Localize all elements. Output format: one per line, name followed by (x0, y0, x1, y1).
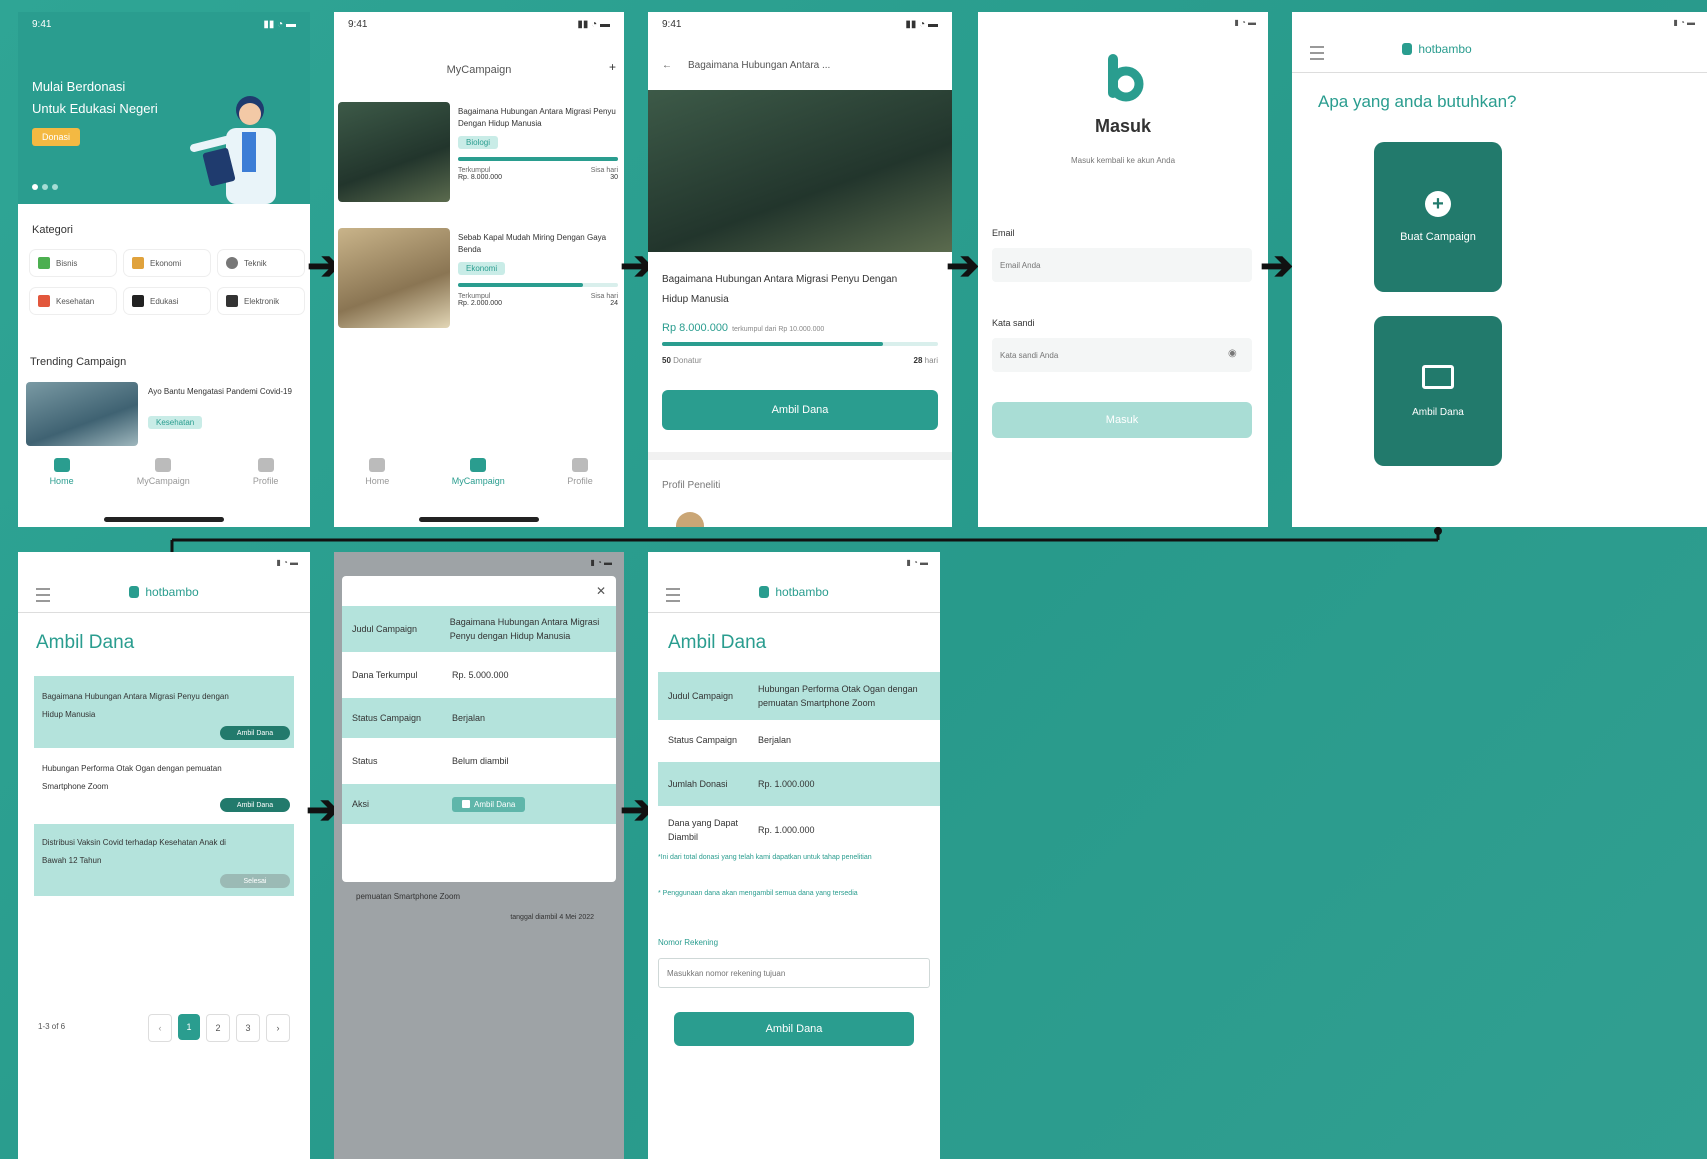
row-value: Rp. 1.000.000 (758, 825, 815, 835)
page-prev-button[interactable]: ‹ (148, 1014, 172, 1042)
item-title: Bagaimana Hubungan Antara Migrasi Penyu … (42, 692, 229, 719)
screen-ambil-dana-modal: ▮ ◔ ▬ ✕ Judul Campaign Bagaimana Hubunga… (334, 552, 624, 1159)
modal-row: Dana Terkumpul Rp. 5.000.000 (342, 652, 616, 698)
account-number-field[interactable] (658, 958, 930, 988)
row-value: Rp. 1.000.000 (758, 779, 815, 789)
row-key: Status Campaign (352, 713, 422, 723)
brand-logo-icon (129, 586, 140, 598)
flow-canvas: 9:41 ▮▮ ◔ ▬ Mulai Berdonasi Untuk Edukas… (0, 0, 1707, 1159)
modal-dialog: ✕ Judul Campaign Bagaimana Hubungan Anta… (342, 576, 616, 882)
modal-row: Status Campaign Berjalan (342, 698, 616, 738)
pagination-summary: 1-3 of 6 (38, 1022, 66, 1031)
row-key: Judul Campaign (352, 624, 418, 634)
status-icons: ▮ ◔ ▬ (590, 558, 612, 567)
row-value: Rp. 5.000.000 (452, 670, 509, 680)
header-brand: hotbambo (648, 585, 940, 599)
page-button[interactable]: 2 (206, 1014, 230, 1042)
ambil-dana-action-button[interactable]: Ambil Dana (452, 796, 526, 812)
page-title: Ambil Dana (668, 632, 767, 653)
row-value: Berjalan (758, 735, 792, 745)
action-label: Ambil Dana (474, 799, 516, 809)
page-next-button[interactable]: › (266, 1014, 290, 1042)
row-value: Hubungan Performa Otak Ogan dengan pemua… (758, 684, 918, 708)
modal-row: Status Belum diambil (342, 738, 616, 784)
brand-name: hotbambo (145, 585, 199, 599)
row-key: Dana yang Dapat Diambil (668, 818, 739, 842)
page-button-active[interactable]: 1 (178, 1014, 200, 1040)
info-note: *Ini dari total donasi yang telah kami d… (658, 854, 872, 861)
row-key: Status (352, 756, 378, 766)
selesai-badge: Selesai (220, 874, 290, 888)
brand-logo-icon (759, 586, 770, 598)
page-button[interactable]: 3 (236, 1014, 260, 1042)
list-item[interactable]: Distribusi Vaksin Covid terhadap Kesehat… (34, 824, 294, 896)
pagination: ‹ 1 2 3 › (148, 1014, 290, 1042)
list-item[interactable]: Bagaimana Hubungan Antara Migrasi Penyu … (34, 676, 294, 748)
row-key: Judul Campaign (668, 691, 734, 701)
screen-ambil-dana-form: ▮ ◔ ▬ hotbambo Ambil Dana Judul Campaign… (648, 552, 940, 1159)
row-key: Dana Terkumpul (352, 670, 418, 680)
row-value: Belum diambil (452, 756, 509, 766)
row-value: Bagaimana Hubungan Antara Migrasi Penyu … (449, 617, 600, 641)
status-icons: ▮ ◔ ▬ (906, 558, 928, 567)
row-value: Berjalan (452, 713, 486, 723)
detail-row: Judul Campaign Hubungan Performa Otak Og… (658, 672, 940, 720)
brand-name: hotbambo (775, 585, 829, 599)
item-title: Hubungan Performa Otak Ogan dengan pemua… (42, 764, 222, 791)
status-icons: ▮ ◔ ▬ (276, 558, 298, 567)
screen-ambil-dana-list: ▮ ◔ ▬ hotbambo Ambil Dana Bagaimana Hubu… (18, 552, 310, 1159)
ambil-dana-badge[interactable]: Ambil Dana (220, 798, 290, 812)
info-note: * Penggunaan dana akan mengambil semua d… (658, 890, 858, 897)
detail-row: Dana yang Dapat Diambil Rp. 1.000.000 (658, 808, 940, 852)
row-key: Aksi (352, 799, 370, 809)
background-text: pemuatan Smartphone Zoom (356, 892, 461, 901)
ambil-dana-submit-button[interactable]: Ambil Dana (674, 1012, 914, 1046)
header-divider (18, 612, 310, 613)
header-brand: hotbambo (18, 585, 310, 599)
row-key: Jumlah Donasi (668, 779, 728, 789)
modal-row: Aksi Ambil Dana (342, 784, 616, 824)
item-title: Distribusi Vaksin Covid terhadap Kesehat… (42, 838, 226, 865)
header-divider (648, 612, 940, 613)
list-item[interactable]: Hubungan Performa Otak Ogan dengan pemua… (34, 752, 294, 818)
row-key: Status Campaign (668, 735, 738, 745)
page-title: Ambil Dana (36, 632, 135, 653)
ambil-dana-badge[interactable]: Ambil Dana (220, 726, 290, 740)
close-icon[interactable]: ✕ (596, 584, 606, 598)
detail-row: Status Campaign Berjalan (658, 720, 940, 760)
background-date: tanggal diambil 4 Mei 2022 (510, 914, 594, 921)
wallet-icon (462, 800, 470, 808)
account-number-label: Nomor Rekening (658, 938, 719, 947)
detail-row: Jumlah Donasi Rp. 1.000.000 (658, 762, 940, 806)
modal-row: Judul Campaign Bagaimana Hubungan Antara… (342, 606, 616, 652)
